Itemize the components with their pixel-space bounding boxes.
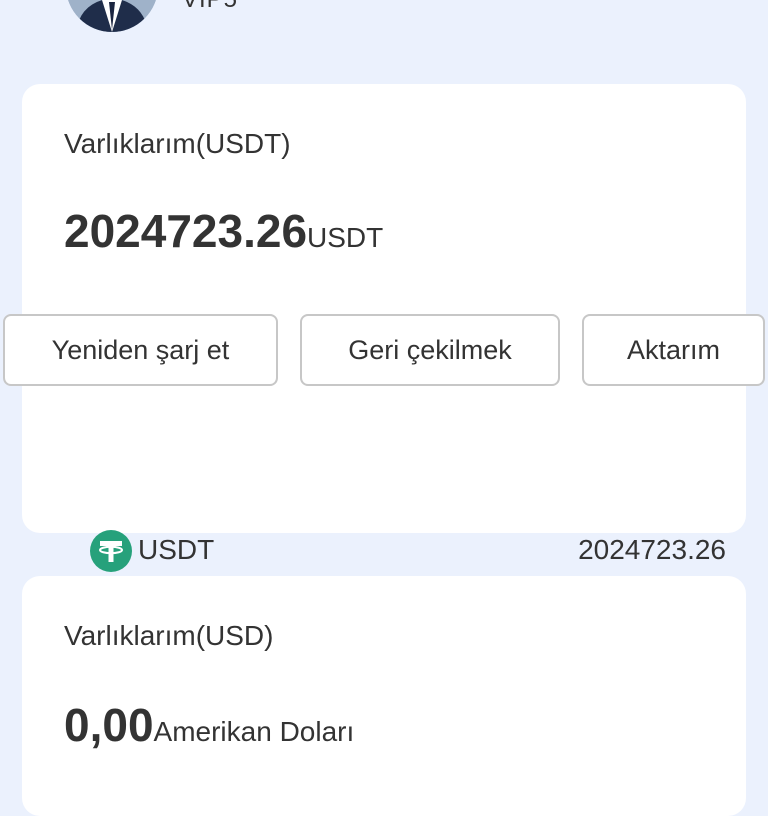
usd-assets-card: Varlıklarım(USD) 0,00Amerikan Doları <box>22 576 746 816</box>
asset-amount: 2024723.26 <box>578 534 726 565</box>
asset-symbol: USDT <box>138 534 215 565</box>
tether-icon <box>90 530 132 572</box>
usd-balance: 0,00Amerikan Doları <box>64 698 354 752</box>
usdt-balance-value: 2024723.26 <box>64 205 308 257</box>
vip-level-label: VIP5 <box>182 0 238 14</box>
usdt-balance-unit: USDT <box>307 222 384 253</box>
usd-assets-title: Varlıklarım(USD) <box>64 620 274 651</box>
wallet-actions: Yeniden şarj et Geri çekilmek Aktarım <box>0 314 768 386</box>
usdt-balance: 2024723.26USDT <box>64 204 383 258</box>
recharge-button[interactable]: Yeniden şarj et <box>3 314 278 386</box>
transfer-button[interactable]: Aktarım <box>582 314 765 386</box>
avatar[interactable] <box>66 0 158 32</box>
usdt-assets-card: Varlıklarım(USDT) 2024723.26USDT USDT 20… <box>22 84 746 572</box>
asset-row-usdt[interactable]: USDT 2024723.26 <box>90 530 726 572</box>
avatar-image <box>66 0 158 32</box>
usd-balance-value: 0,00 <box>64 699 154 751</box>
withdraw-button[interactable]: Geri çekilmek <box>300 314 560 386</box>
profile-header: VIP5 <box>0 0 768 40</box>
usdt-assets-title: Varlıklarım(USDT) <box>64 128 291 159</box>
usd-balance-unit: Amerikan Doları <box>153 716 355 747</box>
